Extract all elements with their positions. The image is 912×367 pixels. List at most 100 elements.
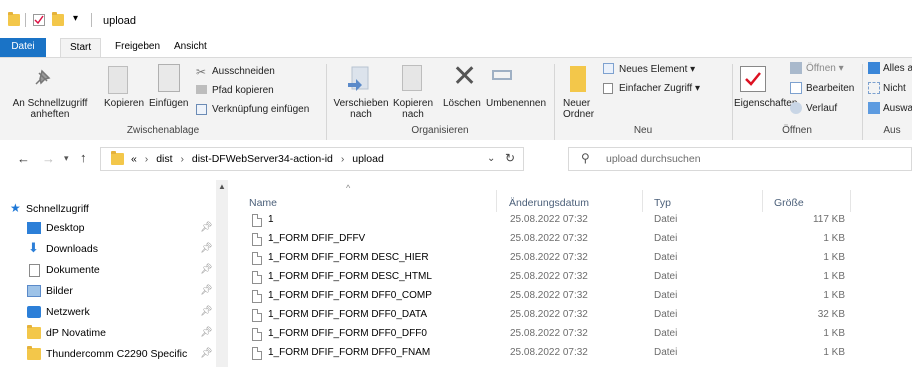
nav-item-label: dP Novatime bbox=[46, 327, 106, 339]
tab-datei[interactable]: Datei bbox=[0, 38, 46, 57]
edit-button[interactable]: Bearbeiten bbox=[806, 83, 854, 94]
document-icon bbox=[29, 264, 40, 277]
breadcrumb-item-upload[interactable]: upload bbox=[352, 153, 384, 165]
nav-item-dp-novatime[interactable]: dP Novatime 📌︎ bbox=[0, 323, 216, 344]
column-divider[interactable] bbox=[850, 190, 851, 212]
star-icon: ★ bbox=[10, 201, 21, 215]
properties-checkbox-icon[interactable] bbox=[33, 14, 45, 26]
file-row[interactable]: 1_FORM DFIF_FORM DFF0_COMP 25.08.2022 07… bbox=[248, 287, 898, 306]
column-divider[interactable] bbox=[642, 190, 643, 212]
search-icon: ⚲ bbox=[581, 151, 590, 165]
file-type: Datei bbox=[654, 328, 678, 339]
file-row[interactable]: 1_FORM DFIF_FORM DESC_HIER 25.08.2022 07… bbox=[248, 249, 898, 268]
file-row[interactable]: 1_FORM DFIF_DFFV 25.08.2022 07:32 Datei … bbox=[248, 230, 898, 249]
column-divider[interactable] bbox=[762, 190, 763, 212]
delete-icon: ✕ bbox=[452, 60, 478, 93]
title-bar: ▾ upload bbox=[0, 0, 912, 38]
invert-selection-button[interactable]: Auswa bbox=[883, 103, 912, 114]
scroll-up-icon[interactable]: ▲ bbox=[218, 182, 226, 191]
file-icon bbox=[252, 328, 262, 341]
open-button[interactable]: Öffnen ▾ bbox=[806, 63, 844, 74]
breadcrumb-item-dist-dfwebserver[interactable]: dist-DFWebServer34-action-id bbox=[192, 153, 333, 165]
paste-shortcut-button[interactable]: Verknüpfung einfügen bbox=[212, 104, 309, 115]
breadcrumb-separator: › bbox=[180, 153, 184, 165]
forward-arrow-icon[interactable]: → bbox=[42, 151, 55, 166]
select-all-button[interactable]: Alles a bbox=[883, 63, 912, 74]
new-item-button[interactable]: Neues Element ▾ bbox=[619, 64, 695, 75]
ribbon-tabs: Datei Start Freigeben Ansicht bbox=[0, 38, 912, 58]
file-row[interactable]: 1_FORM DFIF_FORM DFF0_FNAM 25.08.2022 07… bbox=[248, 344, 898, 363]
file-row[interactable]: 1_FORM DFIF_FORM DFF0_DATA 25.08.2022 07… bbox=[248, 306, 898, 325]
nav-item-pictures[interactable]: Bilder 📌︎ bbox=[0, 281, 216, 302]
file-name: 1_FORM DFIF_DFFV bbox=[268, 233, 366, 244]
nav-item-downloads[interactable]: ⬇ Downloads 📌︎ bbox=[0, 239, 216, 260]
column-header-name[interactable]: Name bbox=[249, 197, 277, 209]
file-icon bbox=[252, 347, 262, 360]
breadcrumb-overflow[interactable]: « bbox=[131, 153, 137, 165]
pin-quick-access-button[interactable]: An Schnellzugriff anheften bbox=[2, 98, 98, 120]
pin-icon[interactable]: 📌︎ bbox=[200, 348, 213, 359]
pin-icon[interactable]: 📌︎ bbox=[200, 327, 213, 338]
nav-item-thundercomm[interactable]: Thundercomm C2290 Specific 📌︎ bbox=[0, 344, 216, 365]
new-folder-button[interactable]: Neuer Ordner bbox=[563, 98, 594, 120]
column-header-type[interactable]: Typ bbox=[654, 197, 671, 209]
move-to-button[interactable]: Verschieben nach bbox=[332, 98, 390, 120]
group-label-organize: Organisieren bbox=[411, 125, 469, 136]
tab-freigeben[interactable]: Freigeben bbox=[106, 38, 169, 57]
nav-item-documents[interactable]: Dokumente 📌︎ bbox=[0, 260, 216, 281]
file-row[interactable]: 1_FORM DFIF_FORM DFF0_DFF0 25.08.2022 07… bbox=[248, 325, 898, 344]
pin-icon[interactable]: 📌︎ bbox=[200, 222, 213, 233]
copy-to-icon bbox=[402, 65, 422, 91]
quick-access-dropdown-icon[interactable]: ▾ bbox=[73, 13, 78, 24]
column-header-size[interactable]: Größe bbox=[774, 197, 804, 209]
select-none-button[interactable]: Nicht bbox=[883, 83, 906, 94]
rename-button[interactable]: Umbenennen bbox=[486, 98, 546, 109]
column-divider[interactable] bbox=[496, 190, 497, 212]
file-icon bbox=[252, 271, 262, 284]
search-input[interactable]: upload durchsuchen bbox=[606, 153, 701, 165]
network-icon bbox=[27, 306, 41, 318]
up-arrow-icon[interactable]: ↑ bbox=[80, 150, 87, 165]
file-type: Datei bbox=[654, 214, 678, 225]
cut-button[interactable]: Ausschneiden bbox=[212, 66, 275, 77]
file-date: 25.08.2022 07:32 bbox=[510, 347, 588, 358]
pin-icon[interactable]: 📌︎ bbox=[200, 243, 213, 254]
copy-to-button[interactable]: Kopieren nach bbox=[390, 98, 436, 120]
search-box[interactable]: ⚲ upload durchsuchen bbox=[568, 147, 912, 171]
tab-start[interactable]: Start bbox=[60, 38, 102, 57]
nav-item-desktop[interactable]: Desktop 📌︎ bbox=[0, 218, 216, 239]
copy-path-button[interactable]: Pfad kopieren bbox=[212, 85, 274, 96]
file-row[interactable]: 1_FORM DFIF_FORM DESC_HTML 25.08.2022 07… bbox=[248, 268, 898, 287]
back-arrow-icon[interactable]: ← bbox=[17, 151, 30, 166]
column-header-date[interactable]: Änderungsdatum bbox=[509, 197, 589, 209]
file-row[interactable]: 1 25.08.2022 07:32 Datei 117 KB bbox=[248, 211, 898, 230]
file-name: 1_FORM DFIF_FORM DFF0_COMP bbox=[268, 290, 432, 301]
nav-item-quick-access[interactable]: ★ Schnellzugriff bbox=[0, 199, 216, 220]
refresh-icon[interactable]: ↻ bbox=[505, 151, 515, 165]
history-button[interactable]: Verlauf bbox=[806, 103, 837, 114]
download-icon: ⬇ bbox=[28, 240, 39, 255]
delete-button[interactable]: Löschen bbox=[443, 98, 481, 109]
group-label-new: Neu bbox=[633, 125, 653, 136]
easy-access-button[interactable]: Einfacher Zugriff ▾ bbox=[619, 83, 700, 94]
recent-locations-icon[interactable]: ▾ bbox=[64, 153, 69, 164]
copy-button[interactable]: Kopieren bbox=[104, 98, 144, 109]
tab-ansicht[interactable]: Ansicht bbox=[165, 38, 216, 57]
breadcrumb-item-dist[interactable]: dist bbox=[156, 153, 172, 165]
pin-icon[interactable]: 📌︎ bbox=[200, 285, 213, 296]
new-folder-quick-icon[interactable] bbox=[52, 12, 64, 26]
sort-indicator-icon: ^ bbox=[346, 183, 351, 193]
file-type: Datei bbox=[654, 290, 678, 301]
file-date: 25.08.2022 07:32 bbox=[510, 252, 588, 263]
address-bar[interactable]: « › dist › dist-DFWebServer34-action-id … bbox=[100, 147, 524, 171]
properties-button[interactable]: Eigenschaften bbox=[734, 98, 797, 109]
paste-button[interactable]: Einfügen bbox=[149, 98, 188, 109]
nav-item-network[interactable]: Netzwerk 📌︎ bbox=[0, 302, 216, 323]
file-name: 1_FORM DFIF_FORM DFF0_DFF0 bbox=[268, 328, 427, 339]
pin-icon[interactable]: 📌︎ bbox=[200, 306, 213, 317]
file-name: 1_FORM DFIF_FORM DFF0_FNAM bbox=[268, 347, 431, 358]
separator bbox=[25, 13, 26, 27]
pin-icon[interactable]: 📌︎ bbox=[200, 264, 213, 275]
navigation-scrollbar[interactable]: ▲ bbox=[216, 180, 228, 367]
address-dropdown-icon[interactable]: ⌄ bbox=[487, 153, 495, 164]
